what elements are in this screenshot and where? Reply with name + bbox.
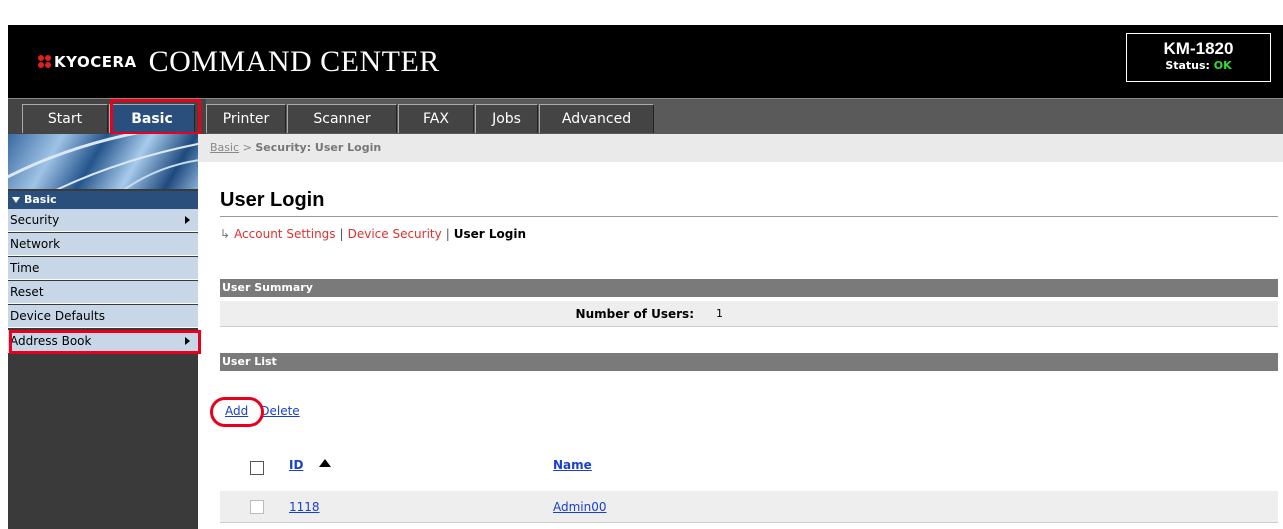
title-divider [220,216,1278,217]
main-content: Basic > Security: User Login User Login … [198,134,1283,529]
sidebar-item-label: Address Book [10,334,92,348]
subnav-separator: | [445,227,450,241]
model-name: KM-1820 [1163,39,1234,58]
sidebar-item-security[interactable]: Security [8,209,198,232]
brand-name: KYOCERA [54,53,137,71]
tab-start[interactable]: Start [22,104,108,133]
user-list-heading: User List [220,353,1278,371]
sidebar: Basic Security Network Time Reset Device… [8,134,198,529]
sidebar-item-reset[interactable]: Reset [8,281,198,304]
sidebar-item-label: Device Defaults [10,309,105,323]
user-id-link[interactable]: 1118 [289,500,320,514]
sidebar-banner-image [8,134,198,189]
sidebar-item-label: Reset [10,285,44,299]
sidebar-item-network[interactable]: Network [8,233,198,256]
tab-basic[interactable]: Basic [109,104,195,133]
user-list-actions: Add Delete [225,404,312,418]
subnav-separator: | [339,227,344,241]
main-tabs: Start Basic Printer Scanner FAX Jobs Adv… [8,98,1283,134]
device-status-box: KM-1820 Status: OK [1126,33,1271,82]
status-label: Status: [1165,59,1210,72]
triangle-down-icon [12,197,20,203]
tab-jobs[interactable]: Jobs [475,104,538,133]
breadcrumb-separator: > [242,141,252,154]
page-title: User Login [220,189,325,211]
account-settings-link[interactable]: Account Settings [234,227,335,241]
product-name: COMMAND CENTER [148,45,440,78]
table-header: ID Name [220,450,1278,480]
user-summary-row: Number of Users: 1 [220,301,1278,327]
device-status: Status: OK [1127,59,1270,72]
tab-printer[interactable]: Printer [206,104,286,133]
tab-fax[interactable]: FAX [398,104,474,133]
sort-ascending-icon [319,459,331,467]
return-arrow-icon: ↳ [220,227,231,241]
user-name-link[interactable]: Admin00 [553,500,607,514]
number-of-users-label: Number of Users: [575,307,694,321]
device-security-link[interactable]: Device Security [348,227,442,241]
user-summary-heading: User Summary [220,279,1278,297]
status-value: OK [1213,59,1232,72]
subnav-current: User Login [453,227,527,241]
breadcrumb-current: Security: User Login [255,141,382,154]
chevron-right-icon [185,337,190,345]
chevron-right-icon [185,216,190,224]
breadcrumb: Basic > Security: User Login [198,134,1283,162]
sidebar-section-basic[interactable]: Basic [8,191,198,209]
sidebar-item-device-defaults[interactable]: Device Defaults [8,305,198,328]
kyocera-logo: KYOCERA COMMAND CENTER [38,45,440,79]
sub-navigation: ↳ Account Settings | Device Security | User L… [220,227,526,241]
tab-scanner[interactable]: Scanner [287,104,397,133]
sidebar-item-label: Network [10,237,61,251]
kyocera-mark-icon [38,55,52,69]
sidebar-item-label: Security [10,213,60,227]
sidebar-item-time[interactable]: Time [8,257,198,280]
sidebar-section-label: Basic [24,193,57,206]
row-checkbox[interactable] [250,500,264,514]
tab-advanced[interactable]: Advanced [539,104,654,133]
delete-user-button[interactable]: Delete [260,404,299,418]
sidebar-item-label: Time [10,261,40,275]
breadcrumb-basic-link[interactable]: Basic [210,141,239,154]
number-of-users-value: 1 [716,307,723,320]
add-user-button[interactable]: Add [225,404,248,418]
sidebar-item-address-book[interactable]: Address Book [8,330,198,353]
select-all-checkbox[interactable] [250,461,264,475]
header: KYOCERA COMMAND CENTER KM-1820 Status: O… [8,25,1283,98]
name-column-header[interactable]: Name [553,458,592,472]
table-row: 1118 Admin00 [220,491,1278,523]
id-column-header[interactable]: ID [289,458,303,472]
